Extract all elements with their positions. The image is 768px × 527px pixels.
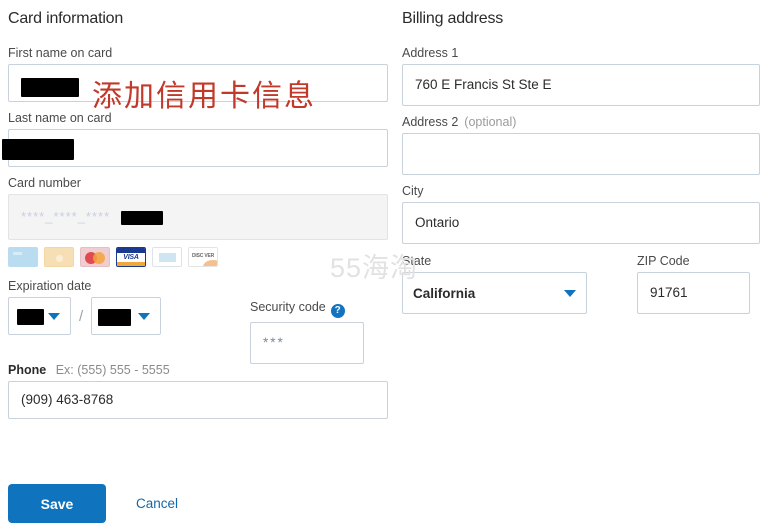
security-code-label: Security code? bbox=[250, 300, 364, 318]
first-name-label: First name on card bbox=[8, 46, 113, 60]
address1-value: 760 E Francis St Ste E bbox=[415, 77, 552, 92]
card-information-title: Card information bbox=[8, 10, 124, 27]
state-field-group: State California bbox=[402, 254, 587, 314]
state-zip-row: State California ZIP Code 91761 bbox=[402, 254, 760, 314]
address1-field-group: Address 1 760 E Francis St Ste E bbox=[402, 46, 760, 106]
form-actions: Save Cancel bbox=[8, 484, 184, 523]
faded-card-icon bbox=[152, 247, 182, 267]
city-field-group: City Ontario bbox=[402, 184, 760, 244]
visa-card-icon: VISA bbox=[116, 247, 146, 267]
address2-input[interactable] bbox=[402, 133, 760, 175]
phone-label-text: Phone bbox=[8, 363, 47, 377]
billing-address-column: Billing address Address 1 760 E Francis … bbox=[402, 0, 760, 314]
card-number-masked-value: ****_****_**** bbox=[21, 209, 111, 224]
address1-label: Address 1 bbox=[402, 46, 459, 60]
city-input[interactable]: Ontario bbox=[402, 202, 760, 244]
chevron-down-icon bbox=[564, 289, 576, 297]
site-watermark: 55海淘 bbox=[330, 253, 419, 283]
security-code-label-text: Security code bbox=[250, 300, 326, 314]
address1-input[interactable]: 760 E Francis St Ste E bbox=[402, 64, 760, 106]
chevron-down-icon bbox=[48, 312, 60, 320]
zip-value: 91761 bbox=[650, 285, 688, 300]
save-button[interactable]: Save bbox=[8, 484, 106, 523]
generic-card-icon bbox=[8, 247, 38, 267]
first-name-redaction-bar bbox=[21, 78, 79, 98]
security-code-group: Security code? *** bbox=[250, 300, 364, 364]
card-number-label: Card number bbox=[8, 176, 81, 190]
last-name-redaction-bar bbox=[2, 139, 74, 160]
security-code-value: *** bbox=[263, 335, 285, 350]
zip-input[interactable]: 91761 bbox=[637, 272, 750, 314]
card-number-input[interactable]: ****_****_**** bbox=[8, 194, 388, 240]
card-number-redaction-bar bbox=[121, 211, 163, 225]
card-number-field-group: Card number ****_****_**** bbox=[8, 176, 388, 240]
discover-card-label: DISC VER bbox=[191, 253, 215, 259]
expiration-month-select[interactable] bbox=[8, 297, 71, 335]
zip-label: ZIP Code bbox=[637, 254, 690, 268]
phone-input[interactable]: (909) 463-8768 bbox=[8, 381, 388, 419]
credit-card-form-page: 55海淘 Card information First name on card… bbox=[0, 0, 768, 527]
phone-label: Phone Ex: (555) 555 - 5555 bbox=[8, 363, 388, 377]
help-icon[interactable]: ? bbox=[330, 304, 345, 318]
state-value: California bbox=[413, 285, 476, 301]
chinese-annotation-overlay: 添加信用卡信息 bbox=[92, 79, 316, 114]
expiration-separator: / bbox=[79, 307, 84, 325]
last-name-field-group: Last name on card bbox=[2, 111, 388, 167]
security-code-input[interactable]: *** bbox=[250, 322, 364, 364]
phone-value: (909) 463-8768 bbox=[21, 392, 114, 407]
discover-card-icon: DISC VER bbox=[188, 247, 218, 267]
address2-field-group: Address 2 (optional) bbox=[402, 115, 760, 175]
address2-optional-tag: (optional) bbox=[464, 115, 517, 129]
expiration-year-redaction-bar bbox=[98, 309, 132, 326]
last-name-input[interactable] bbox=[2, 129, 388, 167]
chevron-down-icon bbox=[138, 312, 151, 320]
amex-card-icon bbox=[44, 247, 74, 267]
address2-label: Address 2 (optional) bbox=[402, 115, 760, 129]
phone-field-group: Phone Ex: (555) 555 - 5555 (909) 463-876… bbox=[8, 363, 388, 419]
billing-address-title: Billing address bbox=[402, 10, 504, 27]
expiration-year-select[interactable] bbox=[91, 297, 162, 335]
mastercard-card-icon bbox=[80, 247, 110, 267]
address2-label-text: Address 2 bbox=[402, 115, 459, 129]
state-select[interactable]: California bbox=[402, 272, 587, 314]
phone-format-hint: Ex: (555) 555 - 5555 bbox=[55, 363, 170, 377]
state-label: State bbox=[402, 254, 432, 268]
expiration-month-redaction-bar bbox=[17, 309, 44, 325]
zip-field-group: ZIP Code 91761 bbox=[637, 254, 750, 314]
city-label: City bbox=[402, 184, 424, 198]
cancel-button[interactable]: Cancel bbox=[130, 495, 184, 512]
city-value: Ontario bbox=[415, 215, 460, 230]
